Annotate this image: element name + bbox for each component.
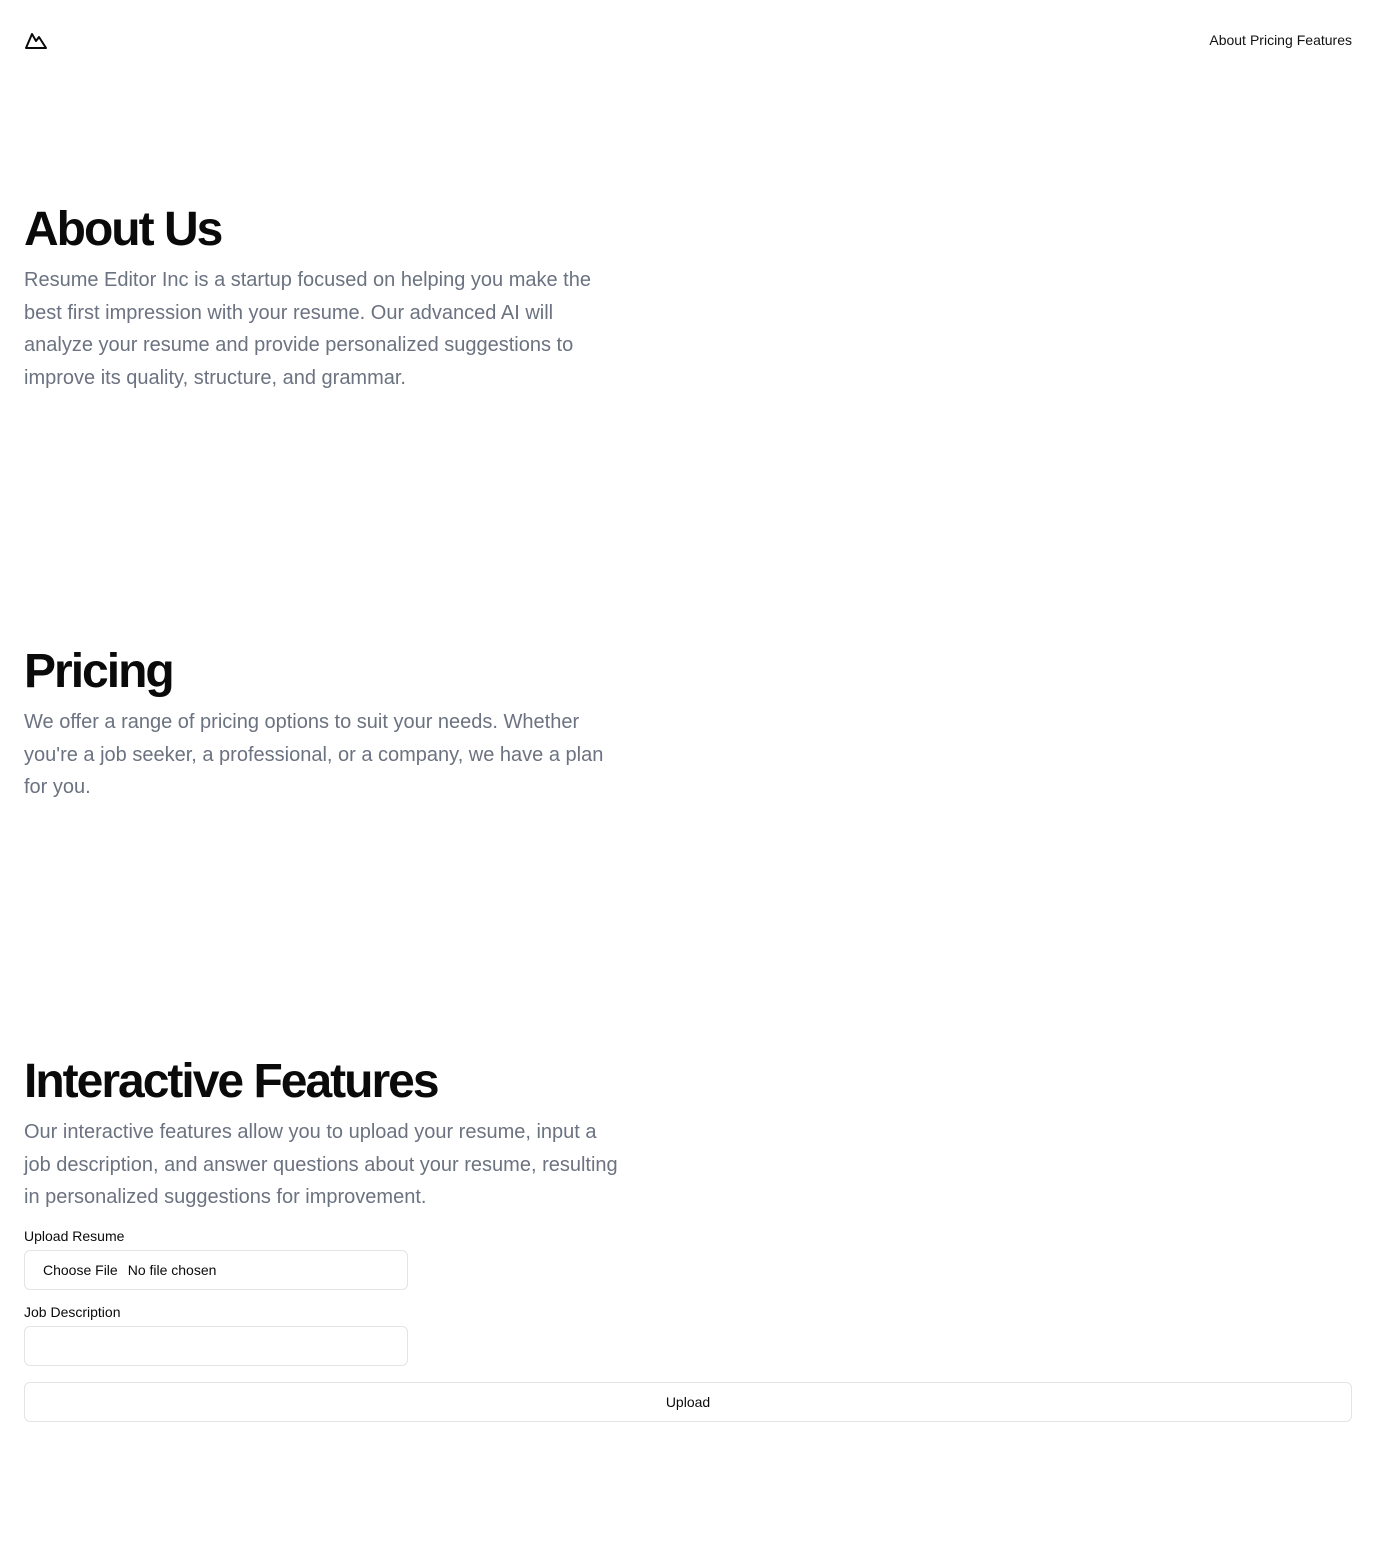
pricing-section: Pricing We offer a range of pricing opti… xyxy=(24,646,624,804)
resume-file-input[interactable]: Choose File No file chosen xyxy=(24,1250,408,1290)
nav-link-about[interactable]: About xyxy=(1209,32,1246,48)
nav-link-pricing[interactable]: Pricing xyxy=(1250,32,1293,48)
job-description-label: Job Description xyxy=(24,1304,121,1320)
job-description-input[interactable] xyxy=(24,1326,408,1366)
about-section: About Us Resume Editor Inc is a startup … xyxy=(24,204,624,394)
pricing-description: We offer a range of pricing options to s… xyxy=(24,711,604,798)
mountain-icon xyxy=(25,33,47,49)
nav-link-features[interactable]: Features xyxy=(1297,32,1352,48)
pricing-title: Pricing xyxy=(24,645,175,698)
main-nav: About Pricing Features xyxy=(1209,32,1352,48)
logo-link[interactable] xyxy=(24,28,48,52)
site-header: About Pricing Features xyxy=(24,0,1352,80)
choose-file-button[interactable]: Choose File xyxy=(43,1262,118,1278)
features-description: Our interactive features allow you to up… xyxy=(24,1121,618,1208)
features-title: Interactive Features xyxy=(24,1055,440,1108)
about-description: Resume Editor Inc is a startup focused o… xyxy=(24,269,591,389)
upload-button[interactable]: Upload xyxy=(24,1382,1352,1422)
file-status-text: No file chosen xyxy=(127,1262,217,1278)
resume-upload-form: Upload Resume Choose File No file chosen… xyxy=(24,1226,1352,1422)
upload-resume-label: Upload Resume xyxy=(24,1228,125,1244)
about-title: About Us xyxy=(24,203,223,256)
features-section: Interactive Features Our interactive fea… xyxy=(24,1056,624,1214)
